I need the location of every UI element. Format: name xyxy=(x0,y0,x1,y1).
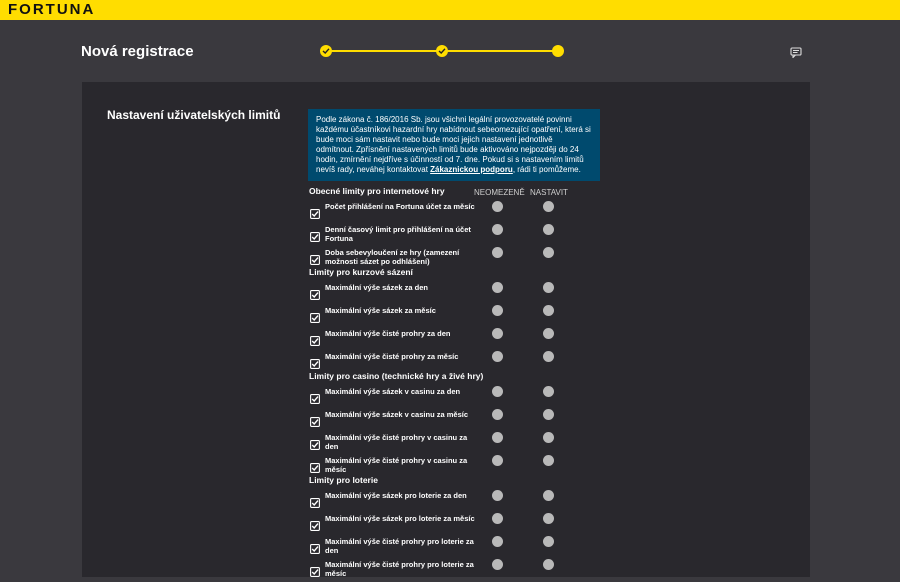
radio-set[interactable] xyxy=(543,305,554,316)
group-title: Limity pro loterie xyxy=(309,475,378,485)
limit-label: Maximální výše čisté prohry za měsíc xyxy=(325,352,459,361)
checkbox-checked-icon[interactable] xyxy=(310,564,320,577)
radio-unlimited[interactable] xyxy=(492,201,503,212)
radio-unlimited[interactable] xyxy=(492,432,503,443)
chat-icon[interactable] xyxy=(790,45,802,63)
stepper-line-2 xyxy=(442,50,558,52)
step-3-current xyxy=(552,45,564,57)
checkbox-checked-icon[interactable] xyxy=(310,495,320,508)
section-heading: Nastavení uživatelských limitů xyxy=(107,108,281,122)
limit-label: Maximální výše sázek za den xyxy=(325,283,428,292)
radio-set[interactable] xyxy=(543,386,554,397)
checkbox-checked-icon[interactable] xyxy=(310,541,320,554)
legal-info-box: Podle zákona č. 186/2016 Sb. jsou všichn… xyxy=(308,109,600,181)
checkbox-checked-icon[interactable] xyxy=(310,414,320,427)
radio-set[interactable] xyxy=(543,224,554,235)
step-2-done xyxy=(436,45,448,57)
info-suffix: , rádi ti pomůžeme. xyxy=(512,165,581,174)
radio-set[interactable] xyxy=(543,559,554,570)
radio-set[interactable] xyxy=(543,247,554,258)
radio-unlimited[interactable] xyxy=(492,386,503,397)
checkbox-checked-icon[interactable] xyxy=(310,333,320,346)
checkbox-checked-icon[interactable] xyxy=(310,460,320,473)
radio-unlimited[interactable] xyxy=(492,328,503,339)
fortuna-logo[interactable]: FORTUNA xyxy=(8,1,95,18)
limit-label: Počet přihlášení na Fortuna účet za měsí… xyxy=(325,202,475,211)
column-unlimited: NEOMEZENĚ xyxy=(474,188,525,197)
limit-label: Maximální výše sázek v casinu za den xyxy=(325,387,461,396)
limit-label: Maximální výše čisté prohry za den xyxy=(325,329,451,338)
limit-label: Maximální výše čisté prohry v casinu za … xyxy=(325,456,468,474)
radio-unlimited[interactable] xyxy=(492,536,503,547)
checkbox-checked-icon[interactable] xyxy=(310,229,320,242)
limits-panel: Nastavení uživatelských limitů Podle zák… xyxy=(82,82,810,578)
radio-unlimited[interactable] xyxy=(492,455,503,466)
radio-set[interactable] xyxy=(543,282,554,293)
checkbox-checked-icon[interactable] xyxy=(310,287,320,300)
check-icon xyxy=(322,48,330,54)
limit-label: Maximální výše čisté prohry v casinu za … xyxy=(325,433,468,451)
radio-set[interactable] xyxy=(543,351,554,362)
limit-label: Maximální výše sázek pro loterie za den xyxy=(325,491,467,500)
column-set: NASTAVIT xyxy=(530,188,568,197)
checkbox-checked-icon[interactable] xyxy=(310,252,320,265)
radio-set[interactable] xyxy=(543,328,554,339)
checkbox-checked-icon[interactable] xyxy=(310,391,320,404)
radio-set[interactable] xyxy=(543,536,554,547)
radio-unlimited[interactable] xyxy=(492,282,503,293)
radio-unlimited[interactable] xyxy=(492,247,503,258)
checkbox-checked-icon[interactable] xyxy=(310,437,320,450)
radio-unlimited[interactable] xyxy=(492,559,503,570)
checkbox-checked-icon[interactable] xyxy=(310,310,320,323)
checkbox-checked-icon[interactable] xyxy=(310,206,320,219)
radio-unlimited[interactable] xyxy=(492,305,503,316)
support-link[interactable]: Zákaznickou podporu xyxy=(430,165,513,174)
radio-unlimited[interactable] xyxy=(492,490,503,501)
checkbox-checked-icon[interactable] xyxy=(310,356,320,369)
check-icon xyxy=(438,48,446,54)
radio-unlimited[interactable] xyxy=(492,224,503,235)
checkbox-checked-icon[interactable] xyxy=(310,518,320,531)
radio-unlimited[interactable] xyxy=(492,409,503,420)
radio-set[interactable] xyxy=(543,455,554,466)
radio-set[interactable] xyxy=(543,409,554,420)
limit-label: Doba sebevyloučení ze hry (zamezení možn… xyxy=(325,248,460,266)
radio-set[interactable] xyxy=(543,432,554,443)
radio-set[interactable] xyxy=(543,513,554,524)
step-1-done xyxy=(320,45,332,57)
limit-label: Maximální výše sázek v casinu za měsíc xyxy=(325,410,469,419)
radio-unlimited[interactable] xyxy=(492,351,503,362)
radio-unlimited[interactable] xyxy=(492,513,503,524)
limit-label: Denní časový limit pro přihlášení na úče… xyxy=(325,225,471,243)
stepper-line-1 xyxy=(326,50,442,52)
radio-set[interactable] xyxy=(543,490,554,501)
limit-label: Maximální výše sázek pro loterie za měsí… xyxy=(325,514,475,523)
radio-set[interactable] xyxy=(543,201,554,212)
top-bar: FORTUNA xyxy=(0,0,900,20)
group-title: Obecné limity pro internetové hry xyxy=(309,186,445,196)
group-title: Limity pro casino (technické hry a živé … xyxy=(309,371,484,381)
limit-label: Maximální výše čisté prohry pro loterie … xyxy=(325,560,474,578)
limit-label: Maximální výše sázek za měsíc xyxy=(325,306,436,315)
page-title: Nová registrace xyxy=(81,43,194,60)
registration-stepper xyxy=(320,45,564,57)
group-title: Limity pro kurzové sázení xyxy=(309,267,413,277)
limit-label: Maximální výše čisté prohry pro loterie … xyxy=(325,537,474,555)
